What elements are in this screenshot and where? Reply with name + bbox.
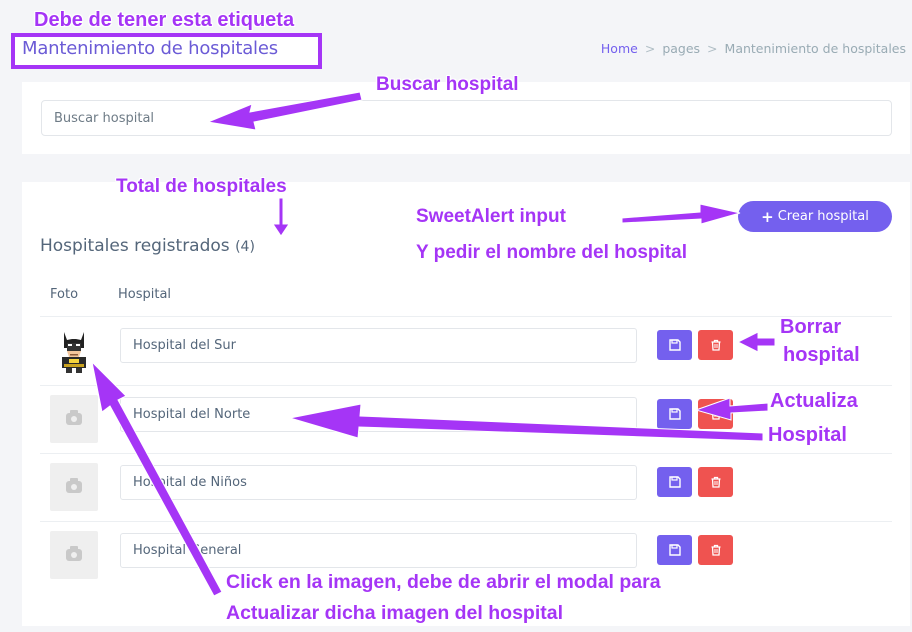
annotation-update-1: Actualiza [770,390,858,412]
camera-icon [66,546,82,561]
hospital-name-input[interactable] [120,465,637,500]
camera-icon [66,478,82,493]
delete-button[interactable] [698,467,733,497]
annotation-update-2: Hospital [768,424,847,446]
annotation-delete-1: Borrar [780,316,842,338]
hospital-photo[interactable] [50,463,98,511]
delete-button[interactable] [698,330,733,360]
batman-avatar-icon [62,332,86,373]
trash-icon [711,544,720,556]
chevron-right-icon: > [644,41,656,56]
breadcrumb-pages[interactable]: pages [662,41,700,56]
table-row [40,317,892,385]
annotation-image-2: Actualizar dicha imagen del hospital [226,602,563,624]
camera-icon [66,410,82,425]
delete-button[interactable] [698,399,733,429]
chevron-right-icon: > [707,41,718,56]
plus-icon: + [761,207,774,226]
column-header-photo: Foto [50,287,79,302]
save-button[interactable] [657,467,692,497]
hospitals-count-close: ) [249,239,255,255]
delete-button[interactable] [698,535,733,565]
trash-icon [711,408,720,420]
annotation-sweetalert-1: SweetAlert input [416,206,566,227]
save-icon [668,339,681,351]
table-row [40,386,892,454]
create-hospital-label: Crear hospital [777,209,869,224]
annotation-total: Total de hospitales [116,176,287,197]
save-button[interactable] [657,330,692,360]
hospital-name-input[interactable] [120,328,637,363]
hospitals-title: Hospitales registrados (4) [40,236,255,256]
create-hospital-button[interactable]: + Crear hospital [738,201,892,232]
breadcrumb: Home > pages > Mantenimiento de hospitales [601,41,906,56]
column-header-hospital: Hospital [118,287,172,302]
save-icon [668,408,681,420]
hospital-photo[interactable] [50,326,98,374]
annotation-image-1: Click en la imagen, debe de abrir el mod… [226,571,661,593]
hospital-name-input[interactable] [120,533,637,568]
save-button[interactable] [657,535,692,565]
annotation-sweetalert-2: Y pedir el nombre del hospital [416,242,687,263]
breadcrumb-home[interactable]: Home [601,41,638,56]
table-row [40,454,892,522]
save-button[interactable] [657,399,692,429]
annotation-delete-2: hospital [783,344,860,366]
breadcrumb-current: Mantenimiento de hospitales [724,41,906,56]
annotation-label-note: Debe de tener esta etiqueta [34,9,295,31]
save-icon [668,544,681,556]
hospital-name-input[interactable] [120,397,637,432]
trash-icon [711,476,720,488]
save-icon [668,476,681,488]
search-input[interactable] [41,100,892,136]
hospital-photo[interactable] [50,395,98,443]
hospitals-title-label: Hospitales registrados [40,236,230,256]
hospital-photo[interactable] [50,531,98,579]
page-title: Mantenimiento de hospitales [22,38,278,59]
annotation-search: Buscar hospital [376,74,519,95]
trash-icon [711,339,720,351]
